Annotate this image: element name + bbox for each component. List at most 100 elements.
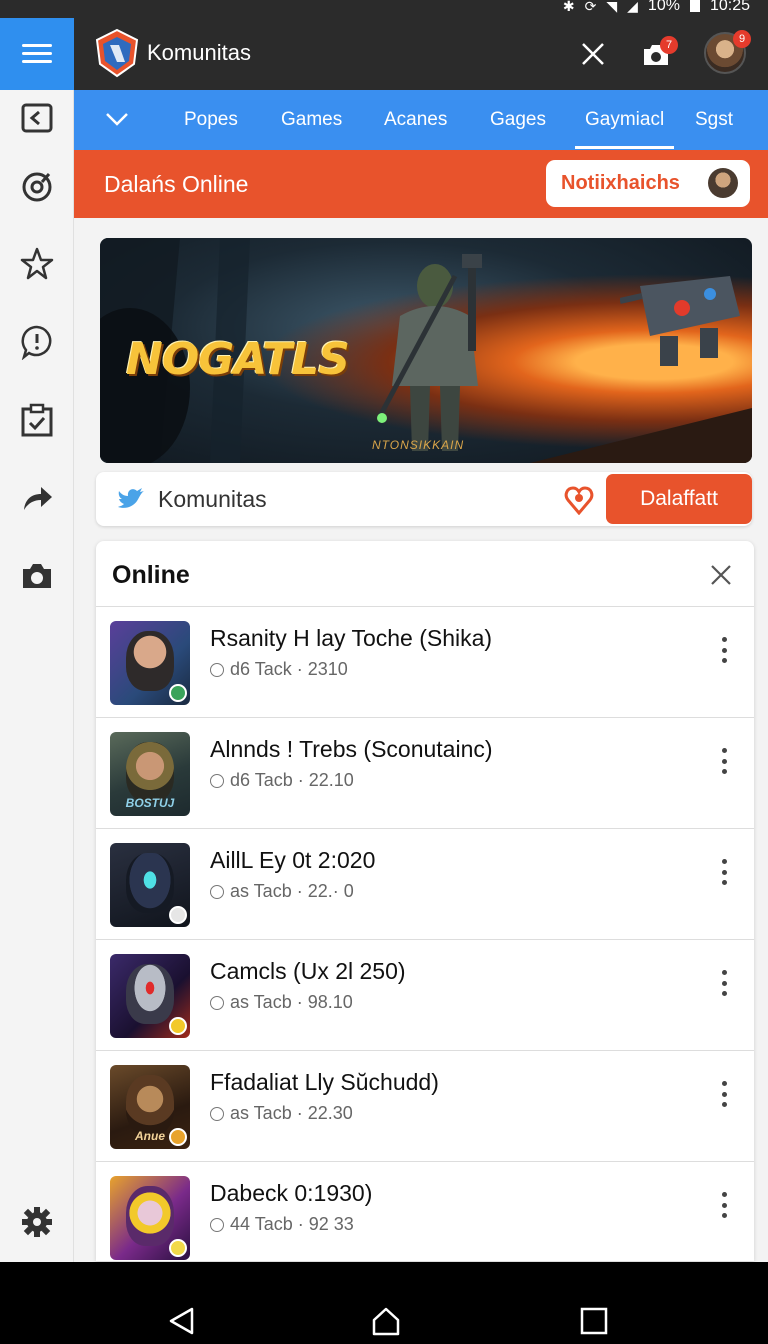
item-meta: as Tacb · 22.30 bbox=[210, 1103, 353, 1124]
side-rail bbox=[0, 18, 74, 1262]
status-dot-icon bbox=[210, 1217, 224, 1232]
tab-gages[interactable]: Gages bbox=[490, 109, 546, 131]
list-item[interactable]: Rsanity H lay Toche (Shika) d6 Tack · 23… bbox=[96, 606, 754, 717]
game-thumbnail: Anue bbox=[110, 1065, 190, 1149]
item-meta-text: d6 Tacb · 22.10 bbox=[230, 770, 354, 790]
menu-button[interactable] bbox=[0, 18, 74, 90]
item-meta-text: as Tacb · 22.· 0 bbox=[230, 881, 354, 901]
item-meta-text: as Tacb · 22.30 bbox=[230, 1103, 353, 1123]
camera-badge: 7 bbox=[660, 36, 678, 54]
item-name: Ffadaliat Lly Sŭchudd) bbox=[210, 1069, 439, 1095]
app-title: Komunitas bbox=[147, 40, 251, 65]
game-thumbnail bbox=[110, 843, 190, 927]
chevron-down-icon[interactable] bbox=[104, 110, 130, 128]
rail-tasks-button[interactable] bbox=[17, 400, 57, 440]
list-item[interactable]: Dabeck 0:1930) 44 Tacb · 92 33 bbox=[96, 1161, 754, 1261]
sync-icon: ⟳ bbox=[584, 0, 597, 14]
hamburger-icon bbox=[22, 44, 52, 64]
item-meta: as Tacb · 98.10 bbox=[210, 992, 353, 1013]
star-icon bbox=[20, 247, 54, 280]
rail-share-button[interactable] bbox=[17, 478, 57, 518]
more-options-icon[interactable] bbox=[716, 970, 732, 996]
community-bar: Komunitas Dalaffatt bbox=[96, 472, 752, 526]
more-options-icon[interactable] bbox=[716, 859, 732, 885]
item-meta-text: d6 Tack · 2310 bbox=[230, 659, 348, 679]
clock: 10:25 bbox=[709, 0, 750, 14]
more-options-icon[interactable] bbox=[716, 637, 732, 663]
rail-alerts-button[interactable] bbox=[17, 322, 57, 362]
gear-icon bbox=[22, 1207, 52, 1237]
status-dot-icon bbox=[210, 1106, 224, 1121]
item-meta-text: as Tacb · 98.10 bbox=[230, 992, 353, 1012]
alert-icon bbox=[21, 325, 52, 360]
item-meta: d6 Tack · 2310 bbox=[210, 659, 348, 680]
more-options-icon[interactable] bbox=[716, 748, 732, 774]
avatar-badge: 9 bbox=[733, 30, 751, 48]
back-triangle-icon[interactable] bbox=[167, 1306, 197, 1336]
rail-back-button[interactable] bbox=[17, 98, 57, 138]
tab-acanes[interactable]: Acanes bbox=[384, 109, 447, 131]
soldier-character-art bbox=[377, 254, 482, 451]
banner-caption: NTONSIKKAIN bbox=[372, 438, 465, 452]
online-panel: Online Rsanity H lay Toche (Shika) d6 Ta… bbox=[96, 541, 754, 1261]
item-name: Rsanity H lay Toche (Shika) bbox=[210, 625, 493, 651]
notification-avatar bbox=[708, 168, 738, 198]
item-meta-text: 44 Tacb · 92 33 bbox=[230, 1214, 354, 1234]
compass-icon bbox=[22, 172, 52, 202]
mech-robot-art bbox=[620, 276, 740, 366]
tab-games[interactable]: Games bbox=[281, 109, 342, 131]
tab-sgst[interactable]: Sgst bbox=[695, 109, 733, 131]
item-meta: d6 Tacb · 22.10 bbox=[210, 770, 354, 791]
heart-location-icon[interactable] bbox=[564, 485, 594, 515]
list-item[interactable]: Anue Ffadaliat Lly Sŭchudd) as Tacb · 22… bbox=[96, 1050, 754, 1161]
item-meta: 44 Tacb · 92 33 bbox=[210, 1214, 354, 1235]
tab-gaymiacl[interactable]: Gaymiacl bbox=[574, 109, 675, 149]
battery-icon bbox=[689, 0, 700, 12]
item-name: AillL Ey 0t 2:020 bbox=[210, 847, 376, 873]
close-icon[interactable] bbox=[579, 40, 607, 68]
community-action-button[interactable]: Dalaffatt bbox=[606, 474, 752, 524]
wifi-icon: ◥ bbox=[606, 0, 618, 14]
item-name: Dabeck 0:1930) bbox=[210, 1180, 373, 1206]
status-dot-icon bbox=[210, 884, 224, 899]
rail-favorites-button[interactable] bbox=[17, 244, 57, 284]
system-nav-bar bbox=[0, 1262, 768, 1344]
item-name: Alnnds ! Trebs (Sconutainc) bbox=[210, 736, 493, 762]
section-header: Dalańs Online Notiixhaichs bbox=[74, 150, 768, 218]
banner-wordmark: NOGATLS bbox=[126, 334, 350, 385]
status-dot-icon bbox=[210, 773, 224, 788]
recents-square-icon[interactable] bbox=[579, 1306, 609, 1336]
list-item[interactable]: BOSTUJ Alnnds ! Trebs (Sconutainc) d6 Ta… bbox=[96, 717, 754, 828]
community-label: Komunitas bbox=[158, 486, 267, 512]
thumbnail-text: BOSTUJ bbox=[125, 796, 175, 810]
more-options-icon[interactable] bbox=[716, 1192, 732, 1218]
item-meta: as Tacb · 22.· 0 bbox=[210, 881, 354, 902]
status-dot-icon bbox=[210, 662, 224, 677]
item-name: Camcls (Ux 2l 250) bbox=[210, 958, 406, 984]
section-title: Dalańs Online bbox=[104, 171, 249, 197]
online-title: Online bbox=[112, 561, 190, 589]
rail-explore-button[interactable] bbox=[17, 166, 57, 206]
status-dot-icon bbox=[210, 995, 224, 1010]
back-square-icon bbox=[21, 103, 53, 133]
notifications-button[interactable]: Notiixhaichs bbox=[546, 160, 750, 207]
camera-notification-button[interactable]: 7 bbox=[642, 36, 678, 68]
game-thumbnail: BOSTUJ bbox=[110, 732, 190, 816]
share-icon bbox=[24, 487, 52, 510]
tab-popes[interactable]: Popes bbox=[184, 109, 238, 131]
bird-icon bbox=[118, 488, 144, 508]
close-icon[interactable] bbox=[710, 564, 732, 586]
rail-camera-button[interactable] bbox=[17, 556, 57, 596]
rail-settings-button[interactable] bbox=[17, 1202, 57, 1242]
notifications-label: Notiixhaichs bbox=[561, 172, 680, 194]
more-options-icon[interactable] bbox=[716, 1081, 732, 1107]
game-thumbnail bbox=[110, 954, 190, 1038]
list-item[interactable]: AillL Ey 0t 2:020 as Tacb · 22.· 0 bbox=[96, 828, 754, 939]
battery-level: 10% bbox=[647, 0, 680, 14]
list-item[interactable]: Camcls (Ux 2l 250) as Tacb · 98.10 bbox=[96, 939, 754, 1050]
signal-icon: ◢ bbox=[627, 0, 638, 14]
game-thumbnail bbox=[110, 621, 190, 705]
featured-banner[interactable]: NOGATLS NTONSIKKAIN bbox=[100, 238, 752, 463]
bluetooth-icon: ✱ bbox=[562, 0, 575, 14]
home-icon[interactable] bbox=[371, 1306, 401, 1336]
